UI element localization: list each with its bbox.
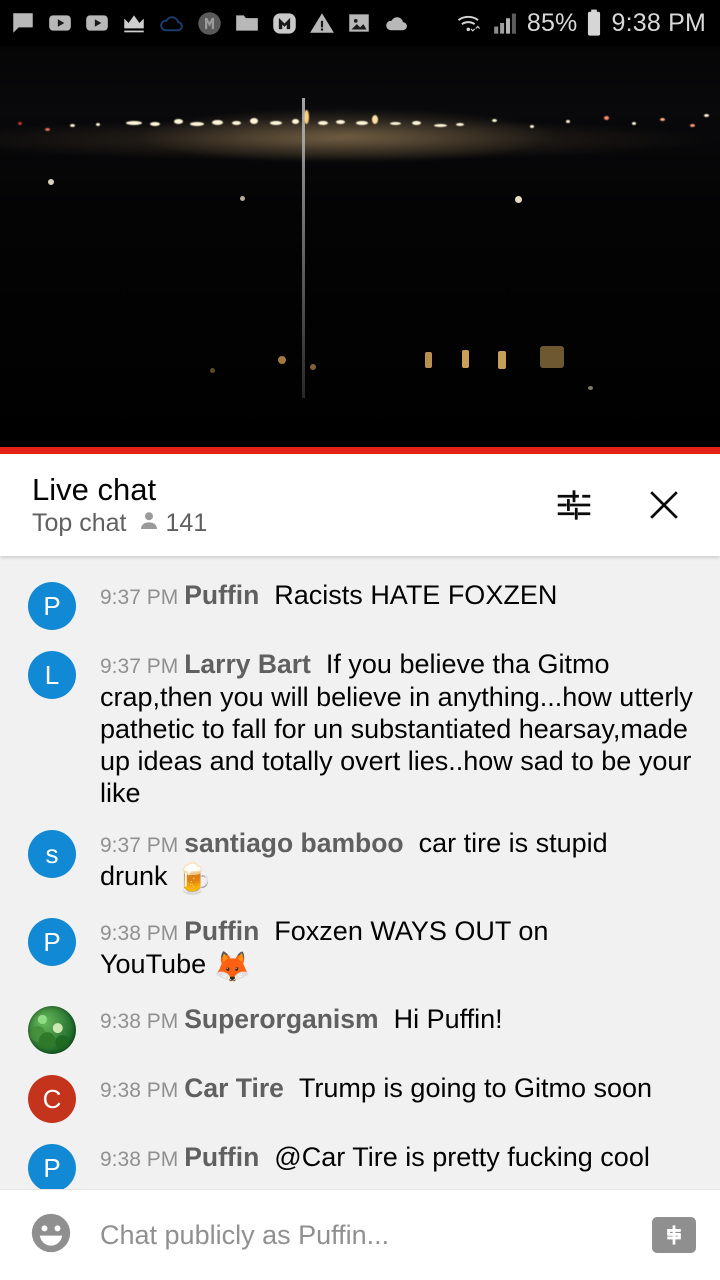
avatar-initial: L bbox=[44, 659, 60, 690]
avatar-initial: P bbox=[43, 926, 61, 957]
message-author[interactable]: Superorganism bbox=[184, 1004, 378, 1034]
chat-bubble-icon bbox=[10, 10, 36, 36]
message-author[interactable]: Puffin bbox=[184, 580, 259, 610]
battery-percent-label: 85% bbox=[526, 8, 578, 37]
status-bar-notification-icons bbox=[10, 10, 455, 37]
message-text: Hi Puffin! bbox=[393, 1004, 503, 1035]
live-chat-message-list[interactable]: P 9:37 PM Puffin Racists HATE FOXZEN L 9:… bbox=[0, 556, 720, 1189]
live-chat-header: Live chat Top chat 141 bbox=[0, 454, 720, 556]
message-timestamp: 9:37 PM bbox=[100, 655, 179, 678]
message-text: Trump is going to Gitmo soon bbox=[298, 1073, 653, 1104]
avatar-initial: s bbox=[45, 838, 59, 869]
cell-signal-icon bbox=[493, 11, 519, 35]
chat-message[interactable]: P 9:38 PM Puffin Foxzen WAYS OUT on YouTu… bbox=[0, 906, 720, 994]
warning-triangle-icon bbox=[309, 10, 335, 36]
person-icon bbox=[137, 509, 161, 538]
chat-composer bbox=[0, 1189, 720, 1280]
chat-message-body: 9:38 PM Puffin @Car Tire is pretty fuckin… bbox=[100, 1141, 650, 1174]
avatar[interactable]: s bbox=[28, 830, 76, 879]
chat-message-body: 9:37 PM Larry Bart If you believe tha Git… bbox=[100, 648, 704, 809]
video-progress-bar[interactable] bbox=[0, 447, 720, 454]
live-stream-video[interactable] bbox=[0, 46, 720, 454]
crown-icon bbox=[121, 10, 147, 36]
battery-icon bbox=[585, 9, 603, 37]
message-timestamp: 9:37 PM bbox=[100, 834, 179, 858]
chat-mode-label[interactable]: Top chat bbox=[32, 509, 127, 538]
dollar-bill-icon[interactable] bbox=[652, 1217, 696, 1253]
youtube-play-icon bbox=[47, 10, 73, 36]
cloud-filled-icon bbox=[383, 10, 410, 37]
message-author[interactable]: Puffin bbox=[184, 1142, 259, 1172]
message-timestamp: 9:38 PM bbox=[100, 1010, 179, 1034]
youtube-play-icon-2 bbox=[84, 10, 110, 36]
status-bar-system-icons: 85% 9:38 PM bbox=[455, 9, 706, 38]
tune-sliders-icon[interactable] bbox=[552, 483, 596, 527]
avatar-initial: P bbox=[43, 1152, 61, 1183]
message-timestamp: 9:38 PM bbox=[100, 1148, 179, 1172]
app-window: 85% 9:38 PM Live chat Top chat 141 P 9:3… bbox=[0, 0, 720, 1280]
message-timestamp: 9:38 PM bbox=[100, 1079, 179, 1103]
message-timestamp: 9:37 PM bbox=[100, 586, 179, 609]
status-bar-clock: 9:38 PM bbox=[611, 8, 706, 37]
wifi-icon bbox=[455, 10, 485, 36]
image-icon bbox=[346, 10, 372, 36]
status-bar: 85% 9:38 PM bbox=[0, 0, 720, 46]
avatar-initial: P bbox=[43, 590, 61, 621]
avatar-initial: C bbox=[42, 1083, 62, 1114]
message-text: @Car Tire is pretty fucking cool bbox=[274, 1142, 650, 1173]
avatar[interactable]: L bbox=[28, 651, 76, 699]
live-chat-header-actions bbox=[552, 483, 696, 527]
close-icon[interactable] bbox=[642, 483, 686, 527]
video-city-lights bbox=[0, 106, 720, 140]
chat-message[interactable]: P 9:38 PM Puffin @Car Tire is pretty fuck… bbox=[0, 1132, 720, 1189]
chat-message-body: 9:38 PM Superorganism Hi Puffin! bbox=[100, 1003, 503, 1036]
folder-icon bbox=[234, 10, 260, 36]
avatar[interactable]: P bbox=[28, 1144, 76, 1189]
avatar[interactable] bbox=[28, 1006, 76, 1055]
message-timestamp: 9:38 PM bbox=[100, 922, 179, 946]
live-chat-subheader: Top chat 141 bbox=[32, 509, 207, 538]
cloud-outline-icon bbox=[158, 10, 185, 37]
message-emoji: 🍺 bbox=[175, 862, 213, 896]
chat-message[interactable]: s 9:37 PM santiago bamboo car tire is stu… bbox=[0, 818, 720, 906]
message-text: Racists HATE FOXZEN bbox=[274, 580, 558, 610]
message-emoji: 🦊 bbox=[213, 950, 251, 984]
chat-message[interactable]: P 9:37 PM Puffin Racists HATE FOXZEN bbox=[0, 570, 720, 639]
chat-message[interactable]: 9:38 PM Superorganism Hi Puffin! bbox=[0, 994, 720, 1063]
avatar[interactable]: P bbox=[28, 582, 76, 630]
chat-message-body: 9:37 PM santiago bamboo car tire is stupi… bbox=[100, 827, 704, 897]
chat-message[interactable]: C 9:38 PM Car Tire Trump is going to Gitm… bbox=[0, 1063, 720, 1132]
viewer-count-group: 141 bbox=[137, 509, 208, 538]
viewer-count: 141 bbox=[165, 509, 208, 538]
message-author[interactable]: santiago bamboo bbox=[184, 828, 403, 858]
chat-message-body: 9:38 PM Puffin Foxzen WAYS OUT on YouTube… bbox=[100, 915, 704, 985]
chat-message-body: 9:37 PM Puffin Racists HATE FOXZEN bbox=[100, 579, 557, 612]
monogram-m-circle-icon bbox=[196, 10, 223, 37]
page-title: Live chat bbox=[32, 471, 157, 507]
avatar[interactable]: C bbox=[28, 1075, 76, 1124]
m-badge-icon bbox=[271, 10, 298, 37]
chat-message[interactable]: L 9:37 PM Larry Bart If you believe tha G… bbox=[0, 639, 720, 818]
video-pole bbox=[302, 98, 305, 398]
message-author[interactable]: Larry Bart bbox=[184, 649, 311, 679]
message-author[interactable]: Car Tire bbox=[184, 1073, 284, 1103]
smiley-face-icon[interactable] bbox=[28, 1210, 74, 1261]
live-chat-header-titles: Live chat Top chat 141 bbox=[32, 472, 207, 539]
chat-message-body: 9:38 PM Car Tire Trump is going to Gitmo … bbox=[100, 1072, 652, 1105]
chat-input[interactable] bbox=[100, 1219, 626, 1251]
message-author[interactable]: Puffin bbox=[184, 916, 259, 946]
avatar[interactable]: P bbox=[28, 918, 76, 967]
